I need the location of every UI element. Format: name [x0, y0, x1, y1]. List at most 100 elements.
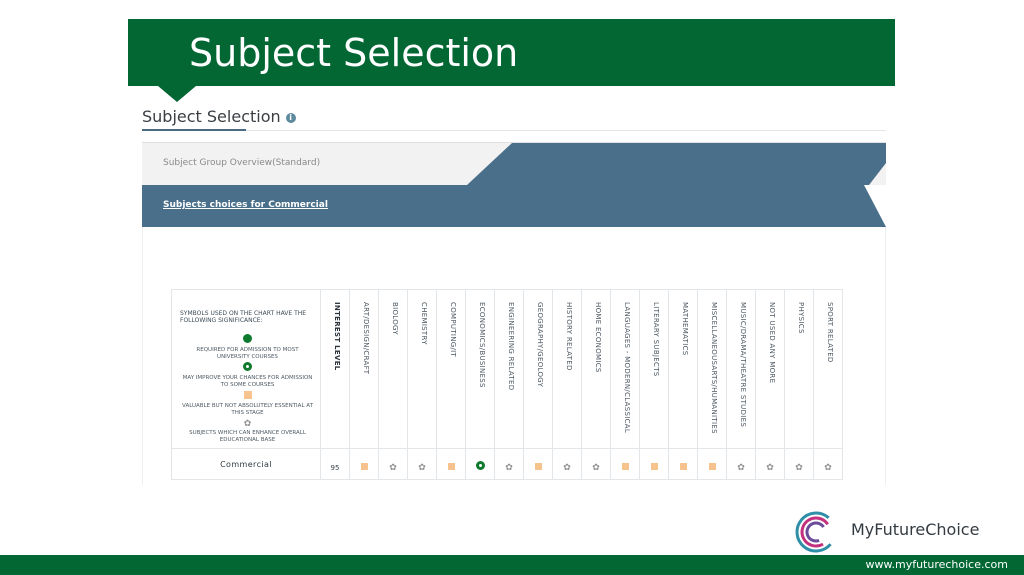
orange-square-icon	[679, 462, 687, 470]
orange-square-icon	[447, 462, 455, 470]
slide-title: Subject Selection	[189, 31, 519, 75]
panel-divider	[246, 130, 886, 131]
table-cell: ✿	[407, 448, 437, 480]
column-header-label: INTEREST LEVEL	[333, 302, 341, 371]
column-header: INTEREST LEVEL	[320, 289, 350, 449]
table-cell	[349, 448, 379, 480]
table-cell	[436, 448, 466, 480]
orange-square-icon	[360, 462, 368, 470]
subject-chart-table: SYMBOLS USED ON THE CHART HAVE THE FOLLO…	[171, 289, 843, 480]
table-cell: ✿	[581, 448, 611, 480]
column-header-label: BIOLOGY	[391, 302, 399, 335]
column-header-label: COMPUTING/IT	[449, 302, 457, 358]
flower-icon: ✿	[795, 462, 803, 473]
flower-icon: ✿	[766, 462, 774, 473]
table-cell	[523, 448, 553, 480]
table-cell: ✿	[755, 448, 785, 480]
column-header: PHYSICS	[784, 289, 814, 449]
interest-level-cell: 95	[320, 448, 350, 480]
column-header-label: MUSIC/DRAMA/THEATRE STUDIES	[739, 302, 747, 428]
table-cell	[697, 448, 727, 480]
flower-icon: ✿	[243, 419, 252, 429]
flower-icon: ✿	[824, 462, 832, 473]
column-header-label: LITERARY SUBJECTS	[652, 302, 660, 377]
column-header-label: CHEMISTRY	[420, 302, 428, 345]
subject-group-overview-label: Subject Group Overview(Standard)	[163, 158, 321, 168]
table-cell	[639, 448, 669, 480]
interest-level-value: 95	[330, 463, 340, 472]
orange-square-icon	[534, 462, 542, 470]
flower-icon: ✿	[563, 462, 571, 473]
flower-icon: ✿	[389, 462, 397, 473]
flower-icon: ✿	[505, 462, 513, 473]
column-header: ENGINEERING RELATED	[494, 289, 524, 449]
table-row: Commercial 95 ✿ ✿ ✿ ✿ ✿ ✿ ✿ ✿ ✿	[171, 448, 843, 480]
column-header: LITERARY SUBJECTS	[639, 289, 669, 449]
legend-item-text: SUBJECTS WHICH CAN ENHANCE OVERALL EDUCA…	[189, 430, 306, 443]
table-cell	[668, 448, 698, 480]
column-header-label: GEOGRAPHY/GEOLOGY	[536, 302, 544, 388]
column-header-label: HISTORY RELATED	[565, 302, 573, 371]
chart-content-area: SYMBOLS USED ON THE CHART HAVE THE FOLLO…	[142, 227, 886, 485]
table-cell	[465, 448, 495, 480]
panel-heading-underline	[142, 129, 246, 131]
legend-header: SYMBOLS USED ON THE CHART HAVE THE FOLLO…	[180, 310, 307, 324]
row-corner-cut	[864, 185, 886, 227]
footer-url[interactable]: www.myfuturechoice.com	[866, 558, 1009, 571]
subjects-choices-link[interactable]: Subjects choices for Commercial	[163, 200, 328, 210]
table-cell	[610, 448, 640, 480]
table-cell: ✿	[726, 448, 756, 480]
column-header-label: NOT USED ANY MORE	[768, 302, 776, 384]
row-name: Commercial	[220, 459, 272, 469]
column-header-label: HOME ECONOMICS	[594, 302, 602, 373]
column-header: ART/DESIGN/CRAFT	[349, 289, 379, 449]
legend-cell: SYMBOLS USED ON THE CHART HAVE THE FOLLO…	[171, 289, 321, 449]
table-cell: ✿	[552, 448, 582, 480]
column-header-label: ECONOMICS/BUSINESS	[478, 302, 486, 388]
column-header: HOME ECONOMICS	[581, 289, 611, 449]
column-header: SPORT RELATED	[813, 289, 843, 449]
flower-icon: ✿	[737, 462, 745, 473]
flower-icon: ✿	[592, 462, 600, 473]
subject-group-overview-row[interactable]: Subject Group Overview(Standard)	[142, 142, 886, 185]
column-header: CHEMISTRY	[407, 289, 437, 449]
column-header: NOT USED ANY MORE	[755, 289, 785, 449]
panel-heading: Subject Selection	[142, 107, 281, 126]
ringed-green-dot-icon	[243, 362, 252, 371]
column-header: GEOGRAPHY/GEOLOGY	[523, 289, 553, 449]
flower-icon: ✿	[418, 462, 426, 473]
column-header-label: MISCELLANEOUSARTS/HUMANITIES	[710, 302, 718, 434]
legend-item: ✿ SUBJECTS WHICH CAN ENHANCE OVERALL EDU…	[180, 411, 315, 443]
column-header: COMPUTING/IT	[436, 289, 466, 449]
column-header: MATHEMATICS	[668, 289, 698, 449]
chart-header-row: SYMBOLS USED ON THE CHART HAVE THE FOLLO…	[171, 289, 843, 449]
orange-square-icon	[621, 462, 629, 470]
table-cell: ✿	[378, 448, 408, 480]
ringed-green-dot-icon	[475, 460, 485, 470]
subject-selection-panel: Subject Selection i Subject Group Overvie…	[142, 100, 886, 485]
column-header: MUSIC/DRAMA/THEATRE STUDIES	[726, 289, 756, 449]
column-header: LANGUAGES - MODERN/CLASSICAL	[610, 289, 640, 449]
panel-heading-wrap: Subject Selection i	[142, 107, 296, 131]
solid-green-dot-icon	[243, 334, 252, 343]
column-header-label: MATHEMATICS	[681, 302, 689, 356]
column-header-label: ART/DESIGN/CRAFT	[362, 302, 370, 375]
table-cell: ✿	[784, 448, 814, 480]
info-icon[interactable]: i	[285, 112, 296, 123]
orange-square-icon	[650, 462, 658, 470]
column-header-label: PHYSICS	[797, 302, 805, 334]
footer-bar: www.myfuturechoice.com	[0, 555, 1024, 575]
myfuturechoice-logo-icon	[795, 511, 837, 553]
subjects-choices-row: Subjects choices for Commercial	[142, 185, 886, 227]
row-name-cell: Commercial	[171, 448, 321, 480]
column-header: HISTORY RELATED	[552, 289, 582, 449]
column-header-label: LANGUAGES - MODERN/CLASSICAL	[623, 302, 631, 434]
column-header: BIOLOGY	[378, 289, 408, 449]
column-header-label: ENGINEERING RELATED	[507, 302, 515, 391]
table-cell: ✿	[813, 448, 843, 480]
orange-square-icon	[243, 391, 252, 399]
column-header-label: SPORT RELATED	[826, 302, 834, 363]
column-header: MISCELLANEOUSARTS/HUMANITIES	[697, 289, 727, 449]
column-header: ECONOMICS/BUSINESS	[465, 289, 495, 449]
table-cell: ✿	[494, 448, 524, 480]
